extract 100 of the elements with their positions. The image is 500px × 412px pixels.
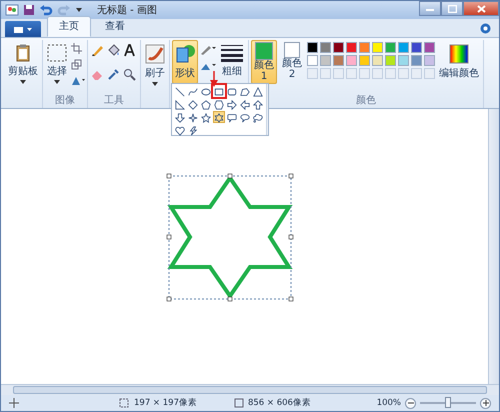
empty-swatch[interactable]	[372, 68, 383, 79]
palette-swatch[interactable]	[424, 42, 435, 53]
ribbon-tab[interactable]: 查看	[93, 16, 137, 37]
palette-swatch[interactable]	[307, 42, 318, 53]
caret-icon	[54, 80, 60, 84]
palette-swatch[interactable]	[398, 42, 409, 53]
close-icon	[476, 4, 486, 12]
edit-colors-button[interactable]: 编辑颜色	[437, 40, 481, 84]
polygon-icon	[240, 86, 250, 98]
palette-swatch[interactable]	[372, 55, 383, 66]
vertical-scrollbar[interactable]	[488, 109, 499, 384]
shape-option[interactable]	[187, 98, 199, 110]
palette-swatch[interactable]	[359, 42, 370, 53]
empty-swatch[interactable]	[346, 68, 357, 79]
palette-swatch[interactable]	[307, 55, 318, 66]
selection-size-icon	[119, 398, 130, 408]
empty-swatch[interactable]	[359, 68, 370, 79]
shape-option[interactable]	[174, 98, 186, 110]
text-tool-icon[interactable]	[123, 44, 136, 57]
zoom-in-button[interactable]	[480, 398, 491, 408]
palette-swatch[interactable]	[424, 55, 435, 66]
pentagon-icon	[201, 99, 211, 111]
clipboard-button[interactable]: 剪贴板	[6, 40, 40, 88]
crop-icon[interactable]	[71, 43, 82, 54]
ribbon-tab[interactable]: 主页	[47, 16, 91, 37]
close-button[interactable]	[463, 1, 499, 16]
shape-option[interactable]	[187, 124, 199, 136]
shape-option[interactable]	[213, 85, 225, 97]
empty-swatch[interactable]	[320, 68, 331, 79]
select-button[interactable]: 选择	[45, 40, 69, 88]
zoom-slider-thumb[interactable]	[445, 397, 451, 408]
window-title: 无标题 - 画图	[97, 4, 157, 17]
palette-swatch[interactable]	[385, 42, 396, 53]
shape-option[interactable]	[252, 98, 264, 110]
magnifier-icon[interactable]	[123, 68, 136, 80]
outline-icon[interactable]	[200, 43, 216, 55]
palette-swatch[interactable]	[320, 55, 331, 66]
paint-app-icon	[5, 4, 19, 16]
diamond-icon	[188, 99, 198, 111]
horizontal-scrollbar[interactable]	[1, 384, 499, 395]
four-point-star-icon	[188, 112, 198, 124]
shape-option[interactable]	[200, 98, 212, 110]
undo-icon[interactable]	[39, 4, 53, 16]
shape-option[interactable]	[239, 98, 251, 110]
cloud-callout-icon	[253, 112, 263, 124]
line-icon	[175, 86, 185, 98]
dropdown-caret-icon[interactable]	[75, 7, 83, 13]
brushes-button[interactable]: 刷子	[143, 40, 167, 90]
gallery-scrollbar[interactable]	[266, 84, 268, 135]
palette-swatch[interactable]	[333, 55, 344, 66]
oval-icon	[201, 86, 211, 98]
shapes-button[interactable]: 形状	[172, 40, 198, 84]
empty-swatch[interactable]	[333, 68, 344, 79]
shape-option[interactable]	[252, 85, 264, 97]
shape-option[interactable]	[200, 111, 212, 123]
fill-bucket-icon[interactable]	[107, 44, 120, 57]
color-2-button[interactable]: 颜色 2	[279, 40, 305, 82]
shape-option[interactable]	[213, 111, 225, 123]
empty-swatch[interactable]	[411, 68, 422, 79]
shape-option[interactable]	[174, 124, 186, 136]
thickness-button[interactable]: 粗细	[218, 40, 246, 82]
curve-icon	[188, 86, 198, 98]
minimize-button[interactable]	[419, 1, 441, 16]
palette-swatch[interactable]	[359, 55, 370, 66]
shape-option[interactable]	[174, 111, 186, 123]
empty-swatch[interactable]	[398, 68, 409, 79]
palette-swatch[interactable]	[411, 55, 422, 66]
brush-icon	[145, 44, 165, 64]
palette-swatch[interactable]	[398, 55, 409, 66]
shape-option[interactable]	[252, 111, 264, 123]
palette-swatch[interactable]	[320, 42, 331, 53]
zoom-out-button[interactable]	[405, 398, 416, 408]
palette-swatch[interactable]	[411, 42, 422, 53]
empty-swatch[interactable]	[424, 68, 435, 79]
color-picker-icon[interactable]	[107, 68, 120, 80]
shape-option[interactable]	[213, 98, 225, 110]
empty-swatch[interactable]	[307, 68, 318, 79]
annotation-arrow	[210, 71, 218, 87]
shape-option[interactable]	[226, 98, 238, 110]
palette-swatch[interactable]	[346, 42, 357, 53]
maximize-button[interactable]	[441, 1, 463, 16]
palette-swatch[interactable]	[372, 42, 383, 53]
shape-option[interactable]	[174, 85, 186, 97]
help-icon[interactable]	[480, 23, 491, 34]
zoom-percent: 100%	[376, 398, 401, 408]
caret-icon	[152, 82, 158, 86]
palette-swatch[interactable]	[385, 55, 396, 66]
maximize-icon	[448, 4, 456, 12]
left-arrow-icon	[240, 99, 250, 111]
shape-option[interactable]	[187, 111, 199, 123]
selection-icon	[47, 44, 67, 62]
palette-swatch[interactable]	[333, 42, 344, 53]
color-1-button[interactable]: 颜色 1	[251, 40, 277, 84]
app-menu-button[interactable]	[5, 21, 41, 37]
save-icon[interactable]	[23, 4, 35, 16]
resize-icon[interactable]	[71, 59, 82, 70]
line-widths-icon	[220, 44, 244, 62]
palette-swatch[interactable]	[346, 55, 357, 66]
rotate-icon[interactable]	[71, 75, 85, 86]
empty-swatch[interactable]	[385, 68, 396, 79]
